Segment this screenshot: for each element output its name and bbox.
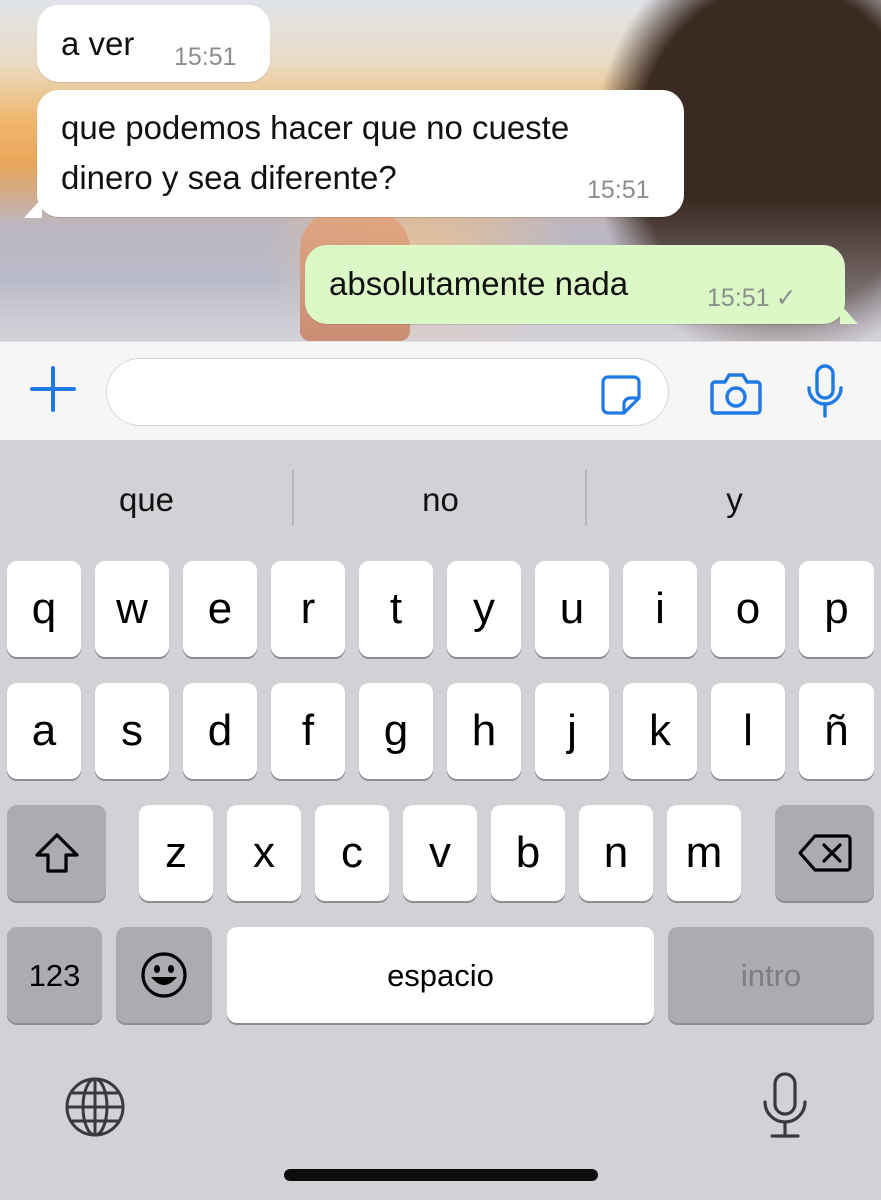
home-indicator[interactable] [284,1169,598,1181]
key-label: m [685,828,723,877]
key-b[interactable]: b [491,805,565,901]
key-r[interactable]: r [271,561,345,657]
key-f[interactable]: f [271,683,345,779]
key-label: intro [740,957,802,993]
sent-check-icon: ✓ [775,284,797,312]
key-o[interactable]: o [711,561,785,657]
key-label: b [515,828,541,877]
key-a[interactable]: a [7,683,81,779]
message-text: absolutamente nada [329,265,629,302]
key-s[interactable]: s [95,683,169,779]
key-g[interactable]: g [359,683,433,779]
message-bubble-incoming[interactable]: que podemos hacer que no cueste dinero y… [37,90,684,217]
numbers-key[interactable]: 123 [7,927,102,1023]
backspace-icon [797,834,852,872]
key-label: ñ [824,706,849,755]
key-label: p [824,584,849,633]
key-label: z [165,828,187,877]
suggestion-y[interactable]: y [588,440,881,560]
key-label: f [301,706,315,755]
key-label: h [471,706,497,755]
key-label: u [559,584,585,633]
dictation-icon[interactable] [762,1072,808,1140]
key-label: i [655,584,665,633]
suggestion-divider [585,470,587,526]
key-label: s [121,706,143,755]
key-w[interactable]: w [95,561,169,657]
key-label: c [341,828,363,877]
key-label: y [473,584,495,633]
key-m[interactable]: m [667,805,741,901]
message-time-and-status: 15:51 ✓ [707,283,797,313]
key-k[interactable]: k [623,683,697,779]
key-label: n [603,828,629,877]
message-text-line: que podemos hacer que no cueste [61,109,570,146]
emoji-icon [141,952,187,998]
key-d[interactable]: d [183,683,257,779]
key-n[interactable]: n [579,805,653,901]
key-label: 123 [28,957,81,993]
key-label: w [116,584,148,633]
suggestion-no[interactable]: no [294,440,587,560]
message-bubble-outgoing[interactable]: absolutamente nada 15:51 ✓ [305,245,845,324]
key-i[interactable]: i [623,561,697,657]
key-label: q [31,584,57,633]
key-z[interactable]: z [139,805,213,901]
message-time: 15:51 [174,43,237,71]
key-u[interactable]: u [535,561,609,657]
key-q[interactable]: q [7,561,81,657]
key-j[interactable]: j [535,683,609,779]
key-label: t [389,584,403,633]
key-c[interactable]: c [315,805,389,901]
key-label: x [253,828,275,877]
message-composer [0,341,881,440]
message-text: a ver [61,25,135,62]
key-label: r [300,584,316,633]
shift-icon [34,833,79,873]
key-n-tilde[interactable]: ñ [799,683,874,779]
backspace-key[interactable] [775,805,874,901]
return-key[interactable]: intro [668,927,874,1023]
key-h[interactable]: h [447,683,521,779]
key-label: o [735,584,761,633]
key-x[interactable]: x [227,805,301,901]
key-label: k [649,706,671,755]
chat-area[interactable]: a ver 15:51 que podemos hacer que no cue… [0,0,881,341]
message-bubble-incoming[interactable]: a ver 15:51 [37,5,270,82]
emoji-key[interactable] [116,927,212,1023]
sticker-icon[interactable] [600,374,642,416]
microphone-icon[interactable] [806,364,844,420]
key-y[interactable]: y [447,561,521,657]
message-time: 15:51 [587,176,650,204]
key-e[interactable]: e [183,561,257,657]
plus-icon[interactable] [28,364,78,414]
key-label: d [207,706,233,755]
key-l[interactable]: l [711,683,785,779]
keyboard: que no y q w e r t y u i o p a s d f g h… [0,440,881,1200]
globe-icon[interactable] [64,1076,126,1138]
message-input[interactable] [106,358,669,426]
key-t[interactable]: t [359,561,433,657]
space-key[interactable]: espacio [227,927,654,1023]
key-label: j [567,706,577,755]
suggestion-que[interactable]: que [0,440,293,560]
key-label: e [207,584,233,633]
key-label: v [429,828,451,877]
key-label: a [31,706,57,755]
message-text-line: dinero y sea diferente? [61,159,397,196]
key-label: l [743,706,753,755]
message-time: 15:51 [707,284,770,312]
camera-icon[interactable] [710,370,762,416]
key-label: g [383,706,409,755]
key-label: espacio [387,957,494,993]
key-v[interactable]: v [403,805,477,901]
shift-key[interactable] [7,805,106,901]
key-p[interactable]: p [799,561,874,657]
